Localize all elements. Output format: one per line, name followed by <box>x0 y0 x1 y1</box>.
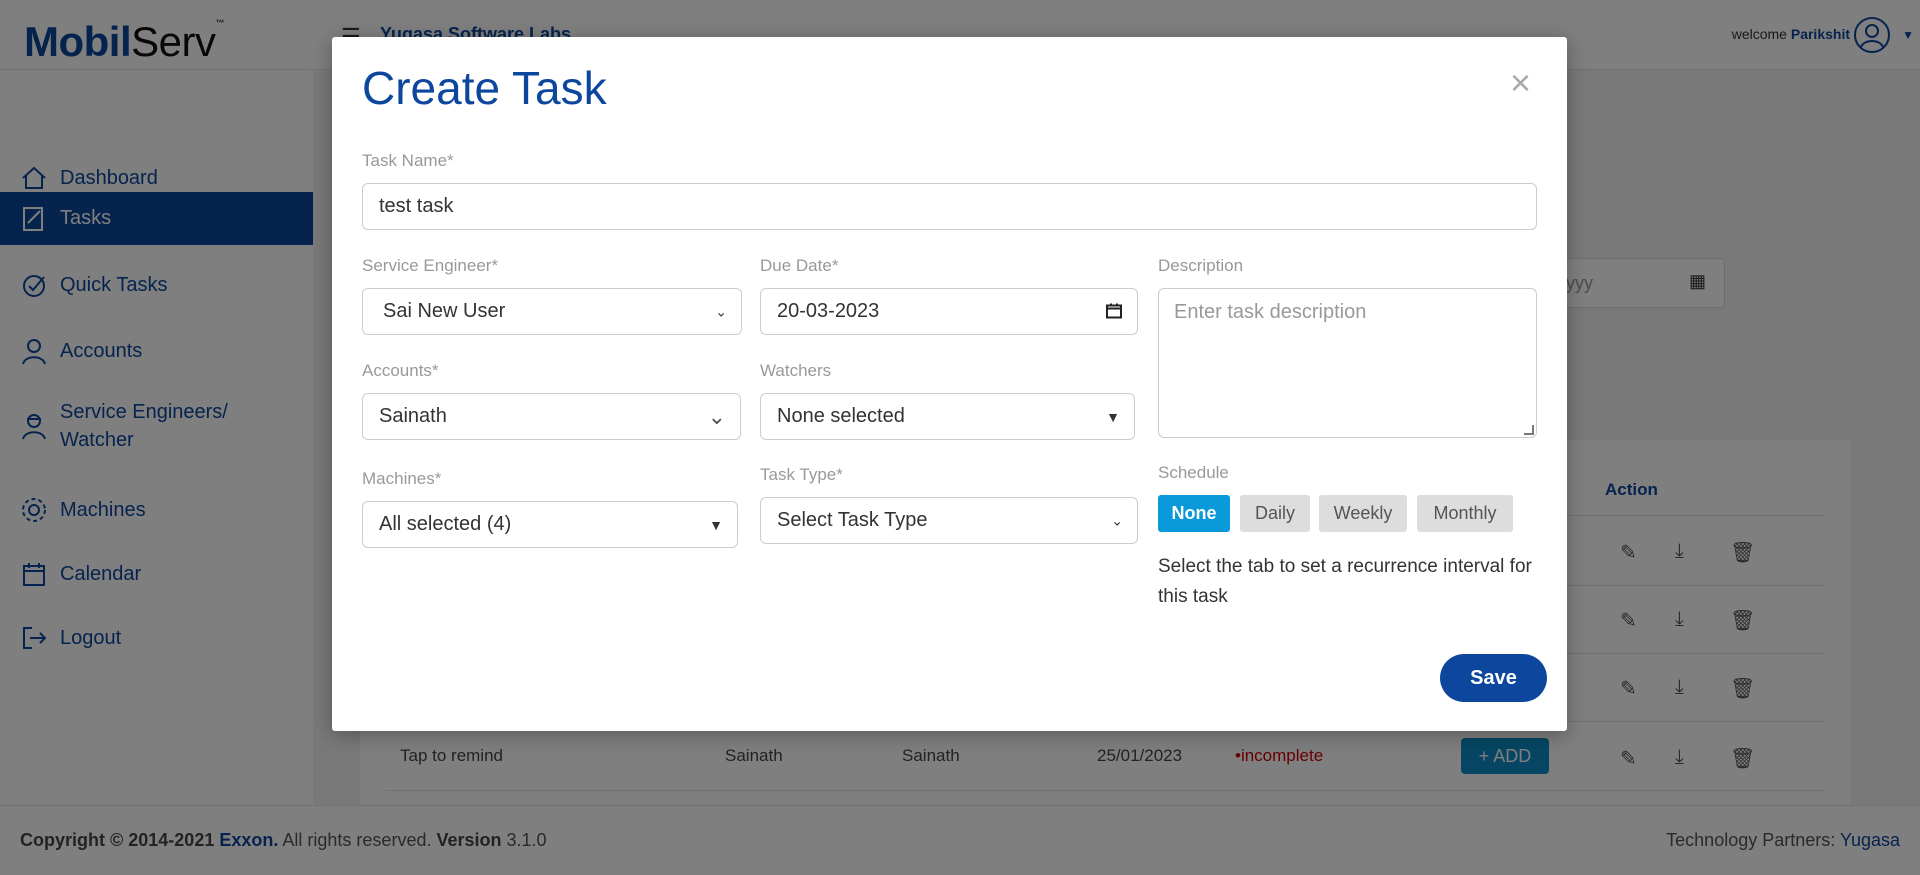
machines-label: Machines* <box>362 469 442 488</box>
create-task-modal: Create Task × Task Name* test task Servi… <box>332 37 1567 731</box>
task-type-label: Task Type* <box>760 465 843 484</box>
task-name-value: test task <box>379 195 454 217</box>
watchers-label: Watchers <box>760 361 832 380</box>
service-engineer-label: Service Engineer* <box>362 256 499 275</box>
caret-down-icon: ▼ <box>709 516 723 533</box>
chevron-down-icon: ⌄ <box>715 303 727 319</box>
modal-title: Create Task <box>362 62 607 114</box>
machines-multiselect[interactable]: All selected (4) ▼ <box>362 501 738 548</box>
due-date-input[interactable]: 20-03-2023 <box>760 288 1138 335</box>
accounts-value: Sainath <box>379 405 447 427</box>
schedule-weekly-button[interactable]: Weekly <box>1319 495 1407 532</box>
resize-handle-icon[interactable] <box>1524 425 1534 435</box>
schedule-daily-button[interactable]: Daily <box>1240 495 1310 532</box>
service-engineer-select[interactable]: Sai New User ⌄ <box>362 288 742 335</box>
due-date-value: 20-03-2023 <box>777 300 880 322</box>
calendar-icon[interactable] <box>1105 301 1123 322</box>
schedule-monthly-button[interactable]: Monthly <box>1417 495 1513 532</box>
watchers-multiselect[interactable]: None selected ▼ <box>760 393 1135 440</box>
service-engineer-value: Sai New User <box>383 300 506 322</box>
description-textarea[interactable]: Enter task description <box>1158 288 1537 438</box>
accounts-label: Accounts* <box>362 361 439 380</box>
task-type-value: Select Task Type <box>777 509 928 531</box>
task-type-select[interactable]: Select Task Type ⌄ <box>760 497 1138 544</box>
due-date-label: Due Date* <box>760 256 839 275</box>
schedule-none-button[interactable]: None <box>1158 495 1230 532</box>
watchers-value: None selected <box>777 405 905 427</box>
schedule-label: Schedule <box>1158 463 1229 482</box>
task-name-label: Task Name* <box>362 151 454 170</box>
chevron-down-icon: ⌄ <box>707 403 726 429</box>
machines-value: All selected (4) <box>379 513 512 535</box>
chevron-down-icon: ⌄ <box>1111 512 1123 528</box>
caret-down-icon: ▼ <box>1106 408 1120 425</box>
schedule-help-text: Select the tab to set a recurrence inter… <box>1158 556 1532 607</box>
description-placeholder: Enter task description <box>1174 301 1367 323</box>
close-icon[interactable]: × <box>1510 65 1531 101</box>
save-button[interactable]: Save <box>1440 654 1547 702</box>
description-label: Description <box>1158 256 1244 275</box>
accounts-select[interactable]: Sainath ⌄ <box>362 393 741 440</box>
task-name-input[interactable]: test task <box>362 183 1537 230</box>
